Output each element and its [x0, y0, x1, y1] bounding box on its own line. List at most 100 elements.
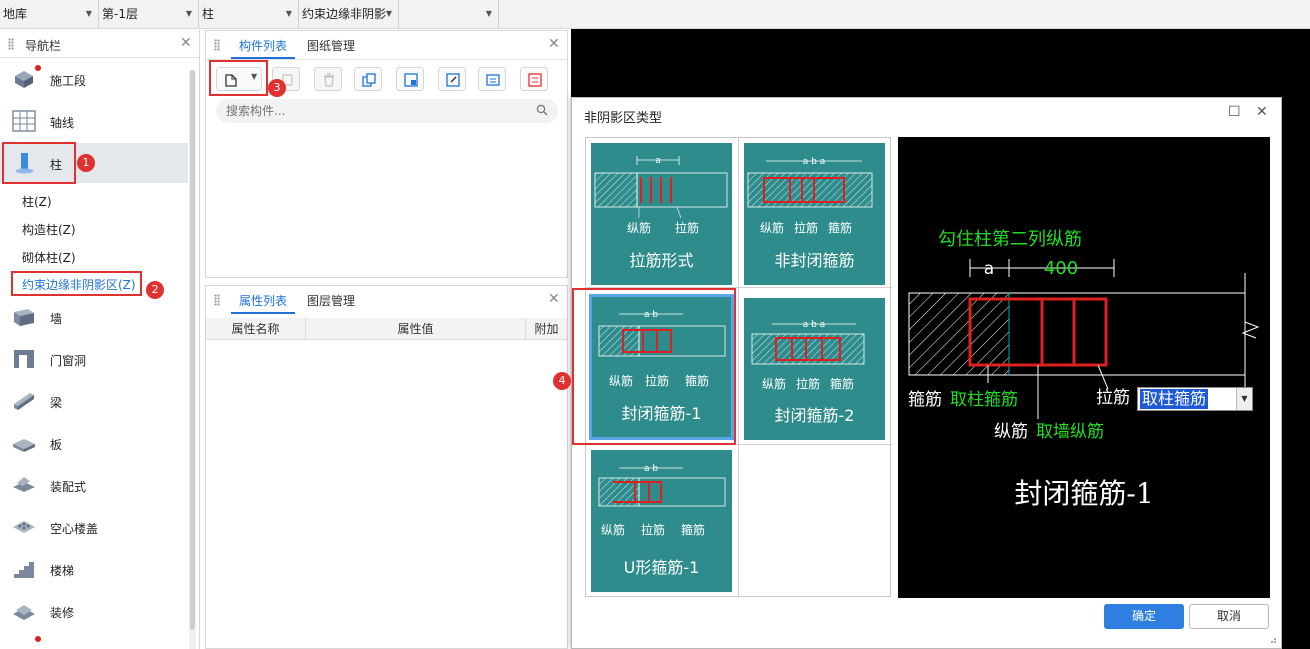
maximize-icon[interactable]: ☐: [1228, 104, 1241, 120]
chevron-down-icon: ▼: [85, 9, 92, 18]
notification-dot: [35, 65, 41, 71]
diagram-label: 箍筋: [828, 220, 852, 235]
nav-item-wall[interactable]: 墙: [0, 297, 188, 337]
nav-item-door-window[interactable]: 门窗洞: [0, 339, 188, 379]
component-subtype-value: 约束边缘非阴影: [302, 7, 387, 21]
trash-icon: [324, 73, 334, 87]
nav-item-label: 装修: [50, 606, 75, 620]
annotation-box-selected-card: [572, 288, 736, 445]
drag-handle-icon[interactable]: [214, 39, 220, 51]
close-icon[interactable]: ✕: [548, 36, 560, 52]
nav-item-label: 装配式: [50, 480, 87, 494]
prefab-icon: [13, 477, 35, 492]
duplicate-button[interactable]: [354, 67, 382, 91]
column-header-property-name: 属性名称: [206, 318, 306, 340]
properties-button[interactable]: [478, 67, 506, 91]
component-type-dropdown[interactable]: 柱 ▼: [199, 0, 299, 28]
nav-item-prefab[interactable]: 装配式: [0, 465, 188, 505]
navigation-panel: 导航栏 ✕ 施工段 轴线 柱 柱(Z) 构造柱(Z) 砌体柱(Z) 约束边缘非阴…: [0, 30, 200, 649]
diagram-label: 箍筋: [830, 376, 854, 391]
nav-item-label: 施工段: [50, 74, 87, 88]
component-search-box: [216, 99, 558, 123]
nav-item-label: 梁: [50, 396, 63, 410]
ok-button[interactable]: 确定: [1104, 604, 1184, 629]
nav-item-beam[interactable]: 梁: [0, 381, 188, 421]
sub-item-column[interactable]: 柱(Z): [22, 193, 52, 210]
nav-scrollbar[interactable]: [189, 70, 196, 649]
nav-item-construction-segment[interactable]: 施工段: [0, 59, 188, 99]
column-header-property-value: 属性值: [306, 318, 526, 340]
type-card-closed-stirrup-2[interactable]: a b a 纵筋 拉筋 箍筋 封闭箍筋-2: [744, 298, 885, 440]
type-card-u-stirrup-1[interactable]: a b 纵筋 拉筋 箍筋 U形箍筋-1: [591, 450, 732, 592]
nav-item-label: 门窗洞: [50, 354, 87, 368]
preview-heading: 勾住柱第二列纵筋: [938, 229, 1082, 250]
dimension-label: a b: [644, 464, 658, 474]
floor-dropdown-value: 第-1层: [102, 7, 138, 21]
decoration-icon: [13, 605, 35, 620]
dimension-label: a b a: [803, 157, 825, 167]
edit-component-button[interactable]: [438, 67, 466, 91]
chevron-down-icon: ▼: [385, 9, 392, 18]
diagram-label: 拉筋: [796, 376, 820, 391]
layer-copy-button[interactable]: [396, 67, 424, 91]
nav-item-slab[interactable]: 板: [0, 423, 188, 463]
property-list-panel: 属性列表 图层管理 ✕ 属性名称 属性值 附加: [205, 285, 568, 649]
resize-grip-icon[interactable]: [1269, 636, 1277, 644]
tab-property-list[interactable]: 属性列表: [239, 292, 287, 309]
nav-item-label: 空心楼盖: [50, 522, 99, 536]
notification-dot: [35, 636, 41, 642]
list-icon: [486, 74, 500, 86]
nav-item-label: 板: [50, 438, 63, 452]
nav-item-hollow-floor[interactable]: 空心楼盖: [0, 507, 188, 547]
stair-icon: [14, 562, 34, 578]
tab-component-list[interactable]: 构件列表: [239, 37, 287, 54]
card-label: 封闭箍筋-2: [774, 406, 855, 425]
nav-item-label: 墙: [50, 312, 63, 326]
tab-layer-management[interactable]: 图层管理: [307, 292, 355, 309]
drag-handle-icon[interactable]: [214, 294, 220, 306]
nav-title: 导航栏: [25, 39, 62, 53]
nav-item-label: 轴线: [50, 116, 75, 130]
sub-item-masonry-column[interactable]: 砌体柱(Z): [22, 249, 76, 266]
u-stirrup-1-diagram: a b 纵筋 拉筋 箍筋: [598, 464, 726, 537]
component-subtype-dropdown[interactable]: 约束边缘非阴影 ▼: [299, 0, 399, 28]
open-stirrup-diagram: a b a 纵筋 拉筋 箍筋: [747, 157, 873, 235]
component-name-dropdown[interactable]: ▼: [399, 0, 499, 28]
annotation-box-subitem: [11, 271, 142, 296]
grid-axis-icon: [12, 110, 36, 132]
dimension-label: a: [655, 156, 661, 166]
chevron-down-icon[interactable]: ▼: [1236, 388, 1252, 410]
card-label: U形箍筋-1: [623, 558, 700, 577]
floor-dropdown[interactable]: 第-1层 ▼: [99, 0, 199, 28]
nav-item-grid-axis[interactable]: 轴线: [0, 101, 188, 141]
component-search-input[interactable]: [226, 102, 526, 120]
annotation-badge-3: 3: [268, 79, 286, 97]
delete-component-button[interactable]: [314, 67, 342, 91]
cancel-button[interactable]: 取消: [1189, 604, 1269, 629]
close-icon[interactable]: ✕: [548, 291, 560, 307]
tie-value-dropdown[interactable]: 取柱箍筋 ▼: [1137, 387, 1253, 411]
annotation-box-new-button: [209, 60, 268, 96]
type-card-tie-bar[interactable]: a 纵筋 拉筋 拉筋形式: [591, 143, 732, 285]
type-card-open-stirrup[interactable]: a b a 纵筋 拉筋 箍筋 非封闭箍筋: [744, 143, 885, 285]
diagram-label: 纵筋: [627, 220, 651, 235]
edit-icon: [446, 73, 460, 87]
nav-item-decoration[interactable]: 装修: [0, 591, 188, 631]
slab-icon: [13, 439, 35, 452]
close-icon[interactable]: ✕: [180, 35, 192, 51]
scrollbar-thumb[interactable]: [190, 70, 195, 630]
filter-button[interactable]: [520, 67, 548, 91]
card-label: 非封闭箍筋: [774, 251, 855, 270]
close-icon[interactable]: ✕: [1256, 104, 1268, 120]
nav-item-stair[interactable]: 楼梯: [0, 549, 188, 589]
diagram-label: 拉筋: [675, 220, 699, 235]
longitudinal-label: 纵筋: [994, 422, 1028, 442]
stirrup-label: 箍筋: [908, 390, 942, 410]
drag-handle-icon[interactable]: [8, 38, 14, 50]
area-dropdown[interactable]: 地库 ▼: [0, 0, 99, 28]
annotation-badge-4: 4: [553, 372, 571, 390]
tab-drawing-management[interactable]: 图纸管理: [307, 37, 355, 54]
sub-item-construction-column[interactable]: 构造柱(Z): [22, 221, 76, 238]
column-header-additional: 附加: [526, 318, 567, 340]
search-icon[interactable]: [536, 104, 548, 116]
